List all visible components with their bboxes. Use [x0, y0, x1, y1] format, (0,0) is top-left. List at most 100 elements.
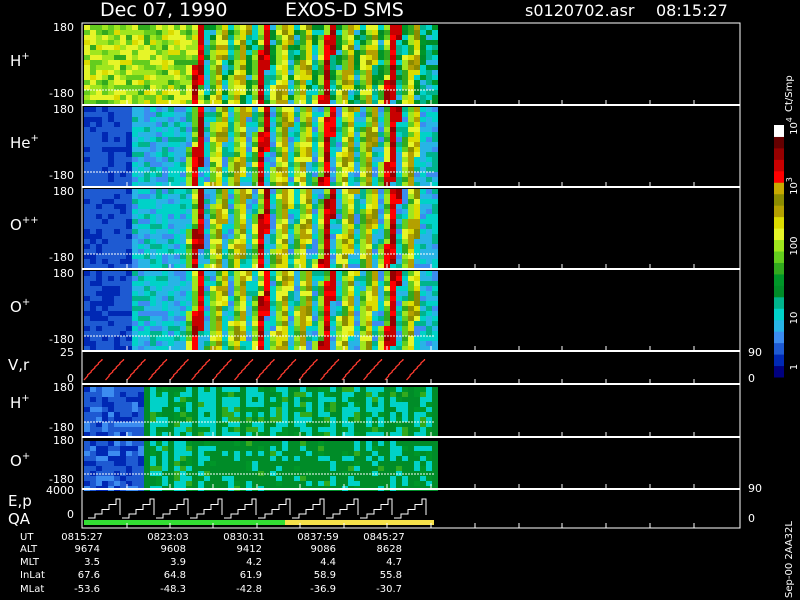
heatmap-cell [282, 451, 288, 456]
heatmap-cell [270, 481, 276, 486]
heatmap-cell [282, 259, 288, 264]
heatmap-cell [324, 214, 330, 219]
heatmap-cell [240, 199, 246, 204]
heatmap-cell [372, 70, 378, 75]
heatmap-cell [432, 387, 438, 392]
heatmap-cell [294, 70, 300, 75]
heatmap-cell [204, 80, 210, 85]
heatmap-cell [192, 311, 198, 316]
heatmap-cell [96, 50, 102, 55]
heatmap-cell [348, 281, 354, 286]
heatmap-cell [264, 162, 270, 167]
heatmap-cell [204, 172, 210, 177]
heatmap-cell [186, 50, 192, 55]
heatmap-cell [390, 209, 396, 214]
heatmap-cell [390, 249, 396, 254]
heatmap-cell [222, 316, 228, 321]
heatmap-cell [96, 306, 102, 311]
heatmap-cell [234, 65, 240, 70]
heatmap-cell [222, 407, 228, 412]
heatmap-cell [228, 60, 234, 65]
heatmap-cell [360, 95, 366, 100]
heatmap-cell [324, 219, 330, 224]
heatmap-cell [102, 117, 108, 122]
heatmap-cell [114, 291, 120, 296]
heatmap-cell [384, 60, 390, 65]
heatmap-cell [126, 45, 132, 50]
heatmap-cell [324, 311, 330, 316]
heatmap-cell [216, 117, 222, 122]
heatmap-cell [180, 461, 186, 466]
heatmap-cell [276, 214, 282, 219]
heatmap-cell [270, 331, 276, 336]
heatmap-cell [270, 311, 276, 316]
heatmap-cell [384, 70, 390, 75]
heatmap-cell [108, 466, 114, 471]
heatmap-cell [390, 177, 396, 182]
heatmap-cell [234, 137, 240, 142]
heatmap-cell [162, 65, 168, 70]
heatmap-cell [354, 427, 360, 432]
heatmap-cell [216, 189, 222, 194]
heatmap-cell [162, 446, 168, 451]
heatmap-cell [426, 80, 432, 85]
heatmap-cell [282, 167, 288, 172]
heatmap-cell [276, 417, 282, 422]
heatmap-cell [360, 142, 366, 147]
heatmap-cell [318, 244, 324, 249]
heatmap-cell [276, 199, 282, 204]
heatmap-cell [204, 407, 210, 412]
heatmap-cell [90, 55, 96, 60]
heatmap-cell [222, 194, 228, 199]
heatmap-cell [144, 321, 150, 326]
heatmap-cell [246, 147, 252, 152]
heatmap-cell [360, 316, 366, 321]
heatmap-cell [420, 276, 426, 281]
heatmap-cell [306, 397, 312, 402]
heatmap-cell [354, 189, 360, 194]
heatmap-cell [288, 30, 294, 35]
heatmap-cell [354, 301, 360, 306]
heatmap-cell [360, 466, 366, 471]
heatmap-cell [336, 167, 342, 172]
heatmap-cell [402, 407, 408, 412]
heatmap-cell [294, 147, 300, 152]
heatmap-cell [114, 85, 120, 90]
heatmap-cell [336, 331, 342, 336]
heatmap-cell [198, 326, 204, 331]
heatmap-cell [126, 90, 132, 95]
heatmap-cell [378, 301, 384, 306]
heatmap-cell [288, 387, 294, 392]
heatmap-cell [234, 189, 240, 194]
heatmap-cell [420, 271, 426, 276]
heatmap-cell [348, 65, 354, 70]
heatmap-cell [312, 142, 318, 147]
heatmap-cell [144, 219, 150, 224]
heatmap-cell [210, 254, 216, 259]
heatmap-cell [246, 392, 252, 397]
heatmap-cell [204, 331, 210, 336]
heatmap-cell [108, 276, 114, 281]
heatmap-cell [252, 466, 258, 471]
heatmap-cell [174, 229, 180, 234]
heatmap-cell [186, 296, 192, 301]
heatmap-cell [90, 321, 96, 326]
heatmap-cell [294, 137, 300, 142]
heatmap-cell [102, 199, 108, 204]
heatmap-cell [414, 306, 420, 311]
heatmap-cell [420, 311, 426, 316]
heatmap-cell [138, 422, 144, 427]
heatmap-cell [168, 466, 174, 471]
heatmap-cell [294, 152, 300, 157]
heatmap-cell [96, 239, 102, 244]
heatmap-cell [282, 224, 288, 229]
heatmap-cell [312, 234, 318, 239]
heatmap-cell [354, 177, 360, 182]
heatmap-cell [222, 392, 228, 397]
heatmap-cell [396, 296, 402, 301]
heatmap-cell [414, 461, 420, 466]
heatmap-cell [432, 291, 438, 296]
heatmap-cell [318, 412, 324, 417]
heatmap-cell [390, 476, 396, 481]
heatmap-cell [210, 281, 216, 286]
